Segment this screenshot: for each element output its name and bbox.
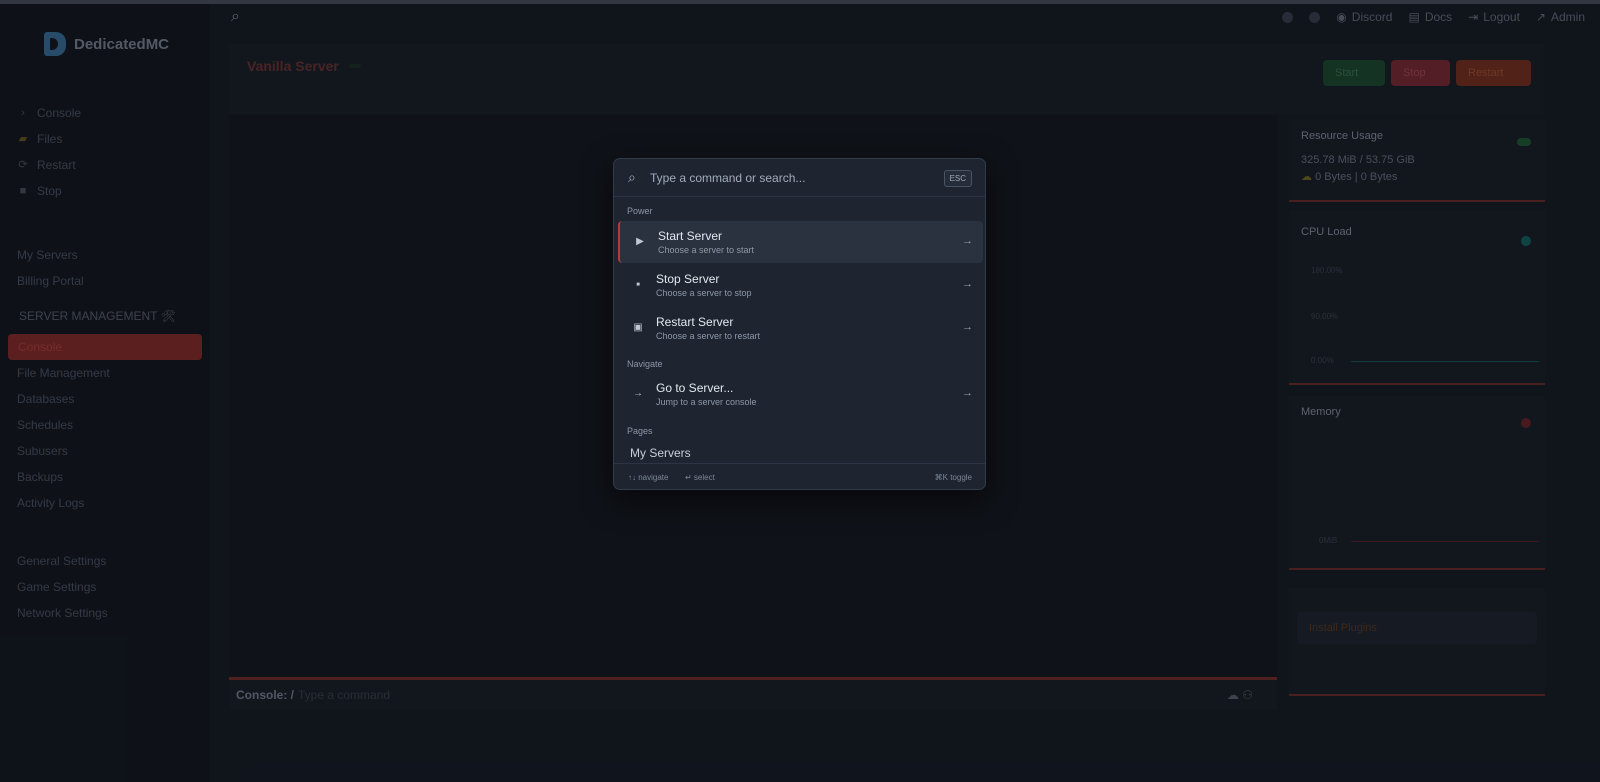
arrow-right-icon: → (962, 278, 973, 290)
arrow-right-icon: → (962, 387, 973, 399)
command-title: Stop Server (656, 272, 720, 286)
section-navigate: Navigate (627, 359, 663, 369)
navigate-hint: ↑↓ navigate (628, 473, 669, 482)
command-title: Go to Server... (656, 381, 734, 395)
command-palette: ⌕ ESC Power ▶ Start Server Choose a serv… (613, 158, 986, 490)
search-icon: ⌕ (628, 169, 636, 185)
play-icon: ▶ (636, 236, 644, 247)
arrow-right-icon: → (962, 321, 973, 333)
palette-search-bar: ⌕ ESC (614, 159, 985, 197)
command-search-input[interactable] (650, 167, 920, 189)
palette-footer: ↑↓ navigate ↵ select ⌘K toggle (614, 463, 985, 489)
select-hint: ↵ select (685, 473, 715, 482)
arrow-right-icon: → (962, 235, 973, 247)
section-pages: Pages (627, 426, 653, 436)
esc-key-hint[interactable]: ESC (943, 170, 972, 187)
command-title: Start Server (658, 229, 723, 243)
section-power: Power (627, 206, 653, 216)
stop-icon: ■ (636, 282, 640, 288)
command-desc: Jump to a server console (656, 397, 757, 407)
arrow-right-icon: → (633, 388, 643, 399)
command-start-server[interactable]: ▶ Start Server Choose a server to start … (618, 221, 983, 263)
command-restart-server[interactable]: ▣ Restart Server Choose a server to rest… (618, 307, 983, 349)
restart-icon: ▣ (633, 322, 643, 333)
command-title: Restart Server (656, 315, 734, 329)
page-item-my-servers[interactable]: My Servers (630, 446, 691, 460)
toggle-hint: ⌘K toggle (934, 473, 972, 482)
command-desc: Choose a server to stop (656, 288, 752, 298)
command-stop-server[interactable]: ■ Stop Server Choose a server to stop → (618, 264, 983, 306)
command-desc: Choose a server to start (658, 245, 755, 255)
command-go-to-server[interactable]: → Go to Server... Jump to a server conso… (618, 373, 983, 415)
command-desc: Choose a server to restart (656, 331, 761, 341)
